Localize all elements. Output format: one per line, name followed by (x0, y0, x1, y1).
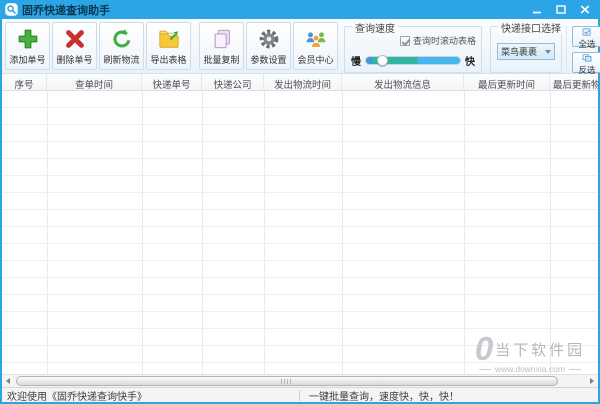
column-divider (550, 91, 551, 374)
batch-copy-button[interactable]: 批量复制 (199, 22, 244, 70)
toolbar: 添加单号 删除单号 刷新物流 导出表格 批量复制 参数设置 会员中心 查询速度 查询时滚动表… (2, 19, 600, 74)
scroll-table-option: 查询时滚动表格 (350, 34, 476, 47)
speed-slider-thumb[interactable] (376, 54, 388, 66)
express-interface-selected: 菜鸟裹裹 (501, 47, 538, 57)
column-divider (47, 91, 48, 374)
table-body (2, 91, 598, 374)
add-plus-icon (17, 27, 39, 52)
express-interface-group-title: 快递接口选择 (498, 20, 564, 35)
fast-label: 快 (465, 57, 475, 68)
app-magnifier-icon (5, 3, 18, 16)
refresh-icon (111, 27, 133, 52)
window-controls (526, 2, 595, 17)
toolbar-button-label: 刷新物流 (103, 54, 140, 65)
table-header-row: 序号查单时间快递单号快递公司发出物流时间发出物流信息最后更新时间最后更新物流信息 (2, 74, 598, 91)
scroll-table-checkbox[interactable] (399, 35, 410, 46)
toolbar-buttons: 添加单号 删除单号 刷新物流 导出表格 批量复制 参数设置 会员中心 (5, 22, 340, 70)
column-divider (264, 91, 265, 374)
column-header-7[interactable]: 最后更新物流信息 (550, 74, 598, 90)
toolbar-button-label: 添加单号 (9, 54, 46, 65)
toolbar-button-label: 删除单号 (56, 54, 93, 65)
titlebar: 固乔快递查询助手 (0, 0, 600, 19)
refresh-logistics-button[interactable]: 刷新物流 (99, 22, 144, 70)
status-bar: 欢迎使用《固乔快递查询快手》 一键批量查询，速度快，快，快！ (2, 387, 598, 403)
members-icon (305, 27, 327, 52)
toolbar-button-label: 参数设置 (250, 54, 287, 65)
slow-label: 慢 (351, 57, 361, 68)
minimize-button[interactable] (526, 2, 547, 17)
scrollbar-grip-icon (281, 379, 292, 384)
chevron-down-icon (545, 49, 551, 54)
speed-slider[interactable] (365, 54, 461, 66)
toolbar-button-label: 批量复制 (203, 54, 240, 65)
settings-button[interactable]: 参数设置 (246, 22, 291, 70)
copy-pages-icon (211, 27, 233, 52)
column-header-6[interactable]: 最后更新时间 (464, 74, 550, 90)
export-folder-icon (158, 27, 180, 52)
column-header-4[interactable]: 发出物流时间 (264, 74, 342, 90)
app-window: 固乔快递查询助手 添加单号 删除单号 刷新物流 导出表格 批量复制 参数设置 会员中心 查询… (0, 0, 600, 404)
scroll-right-arrow[interactable] (586, 375, 598, 387)
delete-order-button[interactable]: 删除单号 (52, 22, 97, 70)
toolbar-button-label: 会员中心 (297, 54, 334, 65)
column-header-0[interactable]: 序号 (2, 74, 47, 90)
column-header-5[interactable]: 发出物流信息 (342, 74, 464, 90)
query-speed-group-title: 查询速度 (352, 20, 398, 35)
select-all-icon (582, 24, 592, 40)
results-table: 序号查单时间快递单号快递公司发出物流时间发出物流信息最后更新时间最后更新物流信息… (2, 74, 598, 387)
column-header-3[interactable]: 快递公司 (202, 74, 264, 90)
express-interface-select[interactable]: 菜鸟裹裹 (497, 43, 555, 60)
toolbar-button-label: 导出表格 (150, 54, 187, 65)
column-header-2[interactable]: 快递单号 (142, 74, 202, 90)
select-all-label: 全选 (578, 39, 596, 50)
scroll-left-arrow[interactable] (2, 375, 14, 387)
speed-slider-row: 慢 快 (351, 53, 475, 68)
scrollbar-thumb[interactable] (16, 376, 558, 386)
invert-selection-button[interactable]: 反选 (572, 50, 600, 74)
invert-selection-icon (582, 50, 592, 66)
maximize-button[interactable] (550, 2, 571, 17)
express-interface-group: 快递接口选择 菜鸟裹裹 (490, 20, 564, 73)
status-welcome-text: 欢迎使用《固乔快递查询快手》 (7, 391, 147, 403)
gear-icon (258, 27, 280, 52)
status-slogan-text: 一键批量查询，速度快，快，快！ (309, 391, 459, 403)
add-order-button[interactable]: 添加单号 (5, 22, 50, 70)
toolbar-divider (566, 26, 567, 72)
query-speed-group: 查询速度 查询时滚动表格 慢 快 (344, 20, 482, 73)
column-header-1[interactable]: 查单时间 (47, 74, 142, 90)
horizontal-scrollbar[interactable] (2, 374, 598, 387)
scroll-table-checkbox-label: 查询时滚动表格 (412, 36, 476, 46)
column-divider (464, 91, 465, 374)
delete-x-icon (64, 27, 86, 52)
close-button[interactable] (574, 2, 595, 17)
column-divider (202, 91, 203, 374)
select-all-button[interactable]: 全选 (572, 24, 600, 50)
column-divider (342, 91, 343, 374)
window-title: 固乔快递查询助手 (22, 4, 110, 17)
column-divider (142, 91, 143, 374)
selection-buttons: 全选 反选 (572, 24, 600, 74)
member-center-button[interactable]: 会员中心 (293, 22, 338, 70)
export-table-button[interactable]: 导出表格 (146, 22, 191, 70)
